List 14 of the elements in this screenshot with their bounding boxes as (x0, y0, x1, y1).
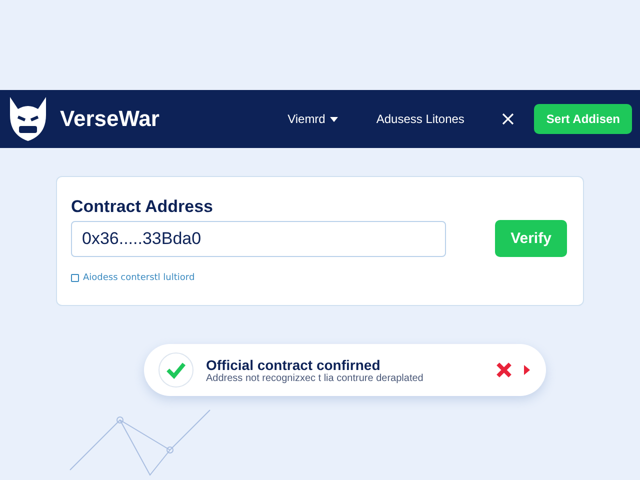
chevron-icon[interactable] (524, 365, 530, 375)
cross-icon[interactable] (496, 362, 512, 378)
toast-message: Address not recognizxec t lia contrure deraplated (206, 372, 424, 384)
brand-name: VerseWar (60, 106, 160, 132)
nav-link[interactable]: Adusess Litones (376, 112, 464, 126)
checkbox-label: Aiodess conterstl lultiord (83, 273, 195, 283)
checkbox[interactable] (71, 274, 79, 282)
close-icon[interactable] (502, 113, 514, 125)
nav-link[interactable]: Viemrd (288, 112, 338, 126)
caret-icon (330, 116, 338, 122)
card-title: Contract Address (71, 197, 214, 217)
check-icon (158, 352, 194, 388)
address-field[interactable]: 0x36.....33Bda0 (71, 220, 446, 256)
toast-title: Official contract confirned (206, 356, 382, 372)
